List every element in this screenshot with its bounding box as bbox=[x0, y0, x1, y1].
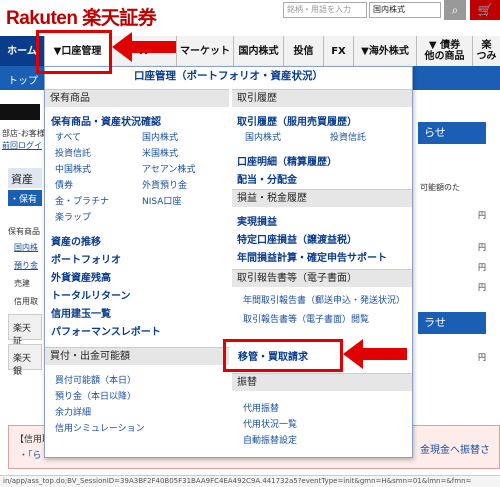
bg-holdings-tab[interactable]: ・保有 bbox=[8, 190, 42, 206]
deposit-after-today[interactable]: 預り金（本日以降） bbox=[55, 389, 136, 402]
annotation-arrow-transfer-icon bbox=[343, 339, 407, 369]
holdings-all[interactable]: すべて bbox=[55, 130, 81, 143]
nav-market[interactable]: マーケット bbox=[176, 36, 233, 66]
report-view-link[interactable]: 取引報告書等（電子書面）閲覧 bbox=[243, 312, 369, 325]
substitute-transfer[interactable]: 代用振替 bbox=[243, 401, 279, 414]
holdings-nisa[interactable]: NISA口座 bbox=[142, 194, 181, 207]
bg-right-text-3: 円 bbox=[478, 263, 486, 272]
bg-right-text-5: 円 bbox=[478, 353, 486, 362]
holdings-asean[interactable]: アセアン株式 bbox=[142, 162, 195, 175]
annotation-arrow-account-icon bbox=[112, 32, 176, 62]
auto-transfer-setting[interactable]: 自動振替設定 bbox=[243, 433, 297, 446]
total-return-link[interactable]: トータルリターン bbox=[51, 287, 131, 302]
annotation-box-account bbox=[36, 30, 112, 74]
fx-asset-link[interactable]: 外貨資産残高 bbox=[51, 269, 111, 284]
furikae-header: 振替 bbox=[232, 373, 412, 391]
holdings-gold[interactable]: 金・プラチナ bbox=[55, 194, 109, 207]
holdings-domestic[interactable]: 国内株式 bbox=[142, 130, 178, 143]
bg-rakuten-bank: 楽天銀 bbox=[8, 344, 42, 377]
margin-position-link[interactable]: 信用建玉一覧 bbox=[51, 305, 111, 320]
history-header: 取引履歴 bbox=[232, 89, 412, 107]
bg-right-text-2: 円 bbox=[478, 243, 486, 252]
trade-history-link[interactable]: 取引履歴（服用売買履歴） bbox=[237, 113, 357, 128]
annotation-box-transfer bbox=[223, 339, 343, 372]
bg-row-label-0[interactable]: 国内株 bbox=[14, 242, 38, 253]
buying-power-header: 買付・出金可能額 bbox=[45, 347, 229, 365]
holdings-bond[interactable]: 債券 bbox=[55, 178, 73, 191]
holdings-header: 保有商品 bbox=[45, 89, 229, 107]
history-domestic[interactable]: 国内株式 bbox=[245, 130, 281, 143]
performance-report-link[interactable]: パフォーマンスレポート bbox=[51, 323, 161, 338]
substitute-status[interactable]: 代用状況一覧 bbox=[243, 417, 297, 430]
cart-icon[interactable]: 🛒 bbox=[470, 0, 500, 20]
bg-login-link[interactable]: 前回ログイ bbox=[2, 140, 42, 151]
bg-right-text-4: 円 bbox=[478, 283, 486, 292]
search-icon[interactable]: ⌕ bbox=[444, 0, 466, 20]
holdings-main-link[interactable]: 保有商品・資産状況確認 bbox=[51, 113, 161, 128]
tax-header: 損益・税金履歴 bbox=[232, 189, 412, 207]
bg-row-label-3: 信用取 bbox=[14, 297, 38, 306]
holdings-china[interactable]: 中国株式 bbox=[55, 162, 91, 175]
status-bar-url: in/app/ass_top.do;BV_SessionID=39A3BF2F4… bbox=[0, 475, 500, 487]
bg-row-label-1[interactable]: 預り金 bbox=[14, 260, 38, 271]
asset-transition-link[interactable]: 資産の推移 bbox=[51, 233, 101, 248]
bg-right-text-1: 円 bbox=[478, 211, 486, 220]
background-dark-bar bbox=[0, 104, 40, 120]
subnav-top[interactable]: トップ bbox=[8, 72, 38, 87]
holdings-trust[interactable]: 投資信託 bbox=[55, 146, 91, 159]
report-header: 取引報告書等（電子書面） bbox=[232, 269, 412, 287]
nav-foreign[interactable]: ▼海外株式 bbox=[353, 36, 416, 66]
bg-notice-right-link[interactable]: 金現金へ振替さ bbox=[420, 441, 490, 456]
annual-pl-tax-link[interactable]: 年間損益計算・確定申告サポート bbox=[237, 249, 387, 264]
bg-rakuten-securities: 楽天証 bbox=[8, 314, 42, 347]
holdings-fx-deposit[interactable]: 外貨預り金 bbox=[142, 178, 187, 191]
bg-notice-button[interactable]: らせ bbox=[418, 122, 486, 144]
bg-row-label-2: 売建 bbox=[14, 279, 30, 288]
portfolio-link[interactable]: ポートフォリオ bbox=[51, 251, 121, 266]
nav-fx[interactable]: FX bbox=[323, 36, 353, 66]
bg-notice-link[interactable]: ・「ら bbox=[19, 448, 42, 461]
margin-detail[interactable]: 余力詳細 bbox=[55, 405, 91, 418]
realized-pl-link[interactable]: 実現損益 bbox=[237, 213, 277, 228]
bg-holdings-label: 保有商品 bbox=[8, 227, 40, 236]
holdings-us[interactable]: 米国株式 bbox=[142, 146, 178, 159]
margin-simulation[interactable]: 信用シミュレーション bbox=[55, 421, 145, 434]
history-trust[interactable]: 投資信託 bbox=[330, 130, 366, 143]
nav-trust[interactable]: 投信 bbox=[283, 36, 323, 66]
bg-notice-button-2[interactable]: ラせ bbox=[418, 312, 486, 334]
bg-branch-text: 部店-お客様 bbox=[2, 129, 45, 138]
nav-domestic[interactable]: 国内株式 bbox=[233, 36, 283, 66]
nav-bonds[interactable]: ▼ 債券 他の商品 bbox=[416, 36, 472, 66]
dividend-link[interactable]: 配当・分配金 bbox=[237, 171, 297, 186]
search-scope-select[interactable]: 国内株式 bbox=[369, 2, 441, 18]
nav-tsumitate[interactable]: 楽 つみ bbox=[472, 36, 500, 66]
account-menu-dropdown: 口座管理（ポートフォリオ・資産状況） 保有商品 保有商品・資産状況確認 すべて … bbox=[44, 66, 413, 458]
annual-report-link[interactable]: 年間取引報告書（郵送申込・発送状況） bbox=[243, 293, 405, 306]
bg-asset-section: 資産合 bbox=[8, 168, 42, 202]
buying-power-today[interactable]: 買付可能額（本日） bbox=[55, 373, 136, 386]
specific-account-pl-link[interactable]: 特定口座損益（譲渡益税） bbox=[237, 231, 357, 246]
rakuten-logo[interactable]: Rakuten 楽天証券 bbox=[6, 3, 157, 30]
search-input[interactable]: 銘柄・用語を入力 bbox=[283, 2, 367, 18]
bg-right-text-0: 可能額のた bbox=[420, 183, 460, 192]
holdings-rakuwrap[interactable]: 楽ラップ bbox=[55, 210, 91, 223]
account-statement-link[interactable]: 口座明細（精算履歴） bbox=[237, 153, 337, 168]
